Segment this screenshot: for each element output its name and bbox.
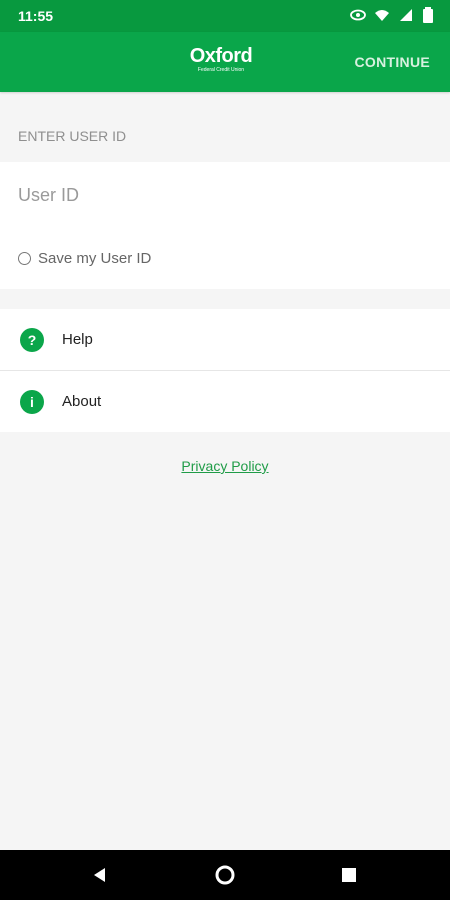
home-icon[interactable] <box>214 864 236 886</box>
save-user-id-toggle[interactable]: Save my User ID <box>18 250 151 267</box>
privacy-policy-link[interactable]: Privacy Policy <box>181 458 268 474</box>
menu-item-about[interactable]: i About <box>0 370 450 432</box>
eye-icon <box>350 7 366 28</box>
status-icons <box>350 7 434 28</box>
signal-icon <box>398 7 414 28</box>
info-icon: i <box>20 389 44 414</box>
menu-item-label: Help <box>62 331 93 348</box>
menu-item-help[interactable]: ? Help <box>0 309 450 370</box>
status-bar: 11:55 <box>0 0 450 32</box>
menu-item-label: About <box>62 393 102 410</box>
enter-user-id-label: ENTER USER ID <box>18 128 127 144</box>
help-menu: ? Help i About <box>0 309 450 432</box>
status-time: 11:55 <box>18 8 54 24</box>
login-card: Save my User ID <box>0 162 450 289</box>
oxford-logo: Oxford Federal Credit Union <box>186 46 256 80</box>
back-icon[interactable] <box>88 864 110 886</box>
navigation-bar <box>0 850 450 900</box>
user-id-input[interactable] <box>18 180 418 210</box>
privacy-policy-container: Privacy Policy <box>0 458 450 476</box>
recent-apps-icon[interactable] <box>338 864 360 886</box>
battery-icon <box>422 7 434 28</box>
logo-text: Oxford <box>189 45 253 67</box>
radio-button[interactable] <box>18 252 31 265</box>
continue-button[interactable]: CONTINUE <box>354 54 430 70</box>
logo-subtext: Federal Credit Union <box>197 67 245 73</box>
help-icon: ? <box>20 327 44 352</box>
save-user-id-label: Save my User ID <box>38 250 152 267</box>
wifi-icon <box>374 7 390 28</box>
app-bar: Oxford Federal Credit Union CONTINUE <box>0 32 450 92</box>
